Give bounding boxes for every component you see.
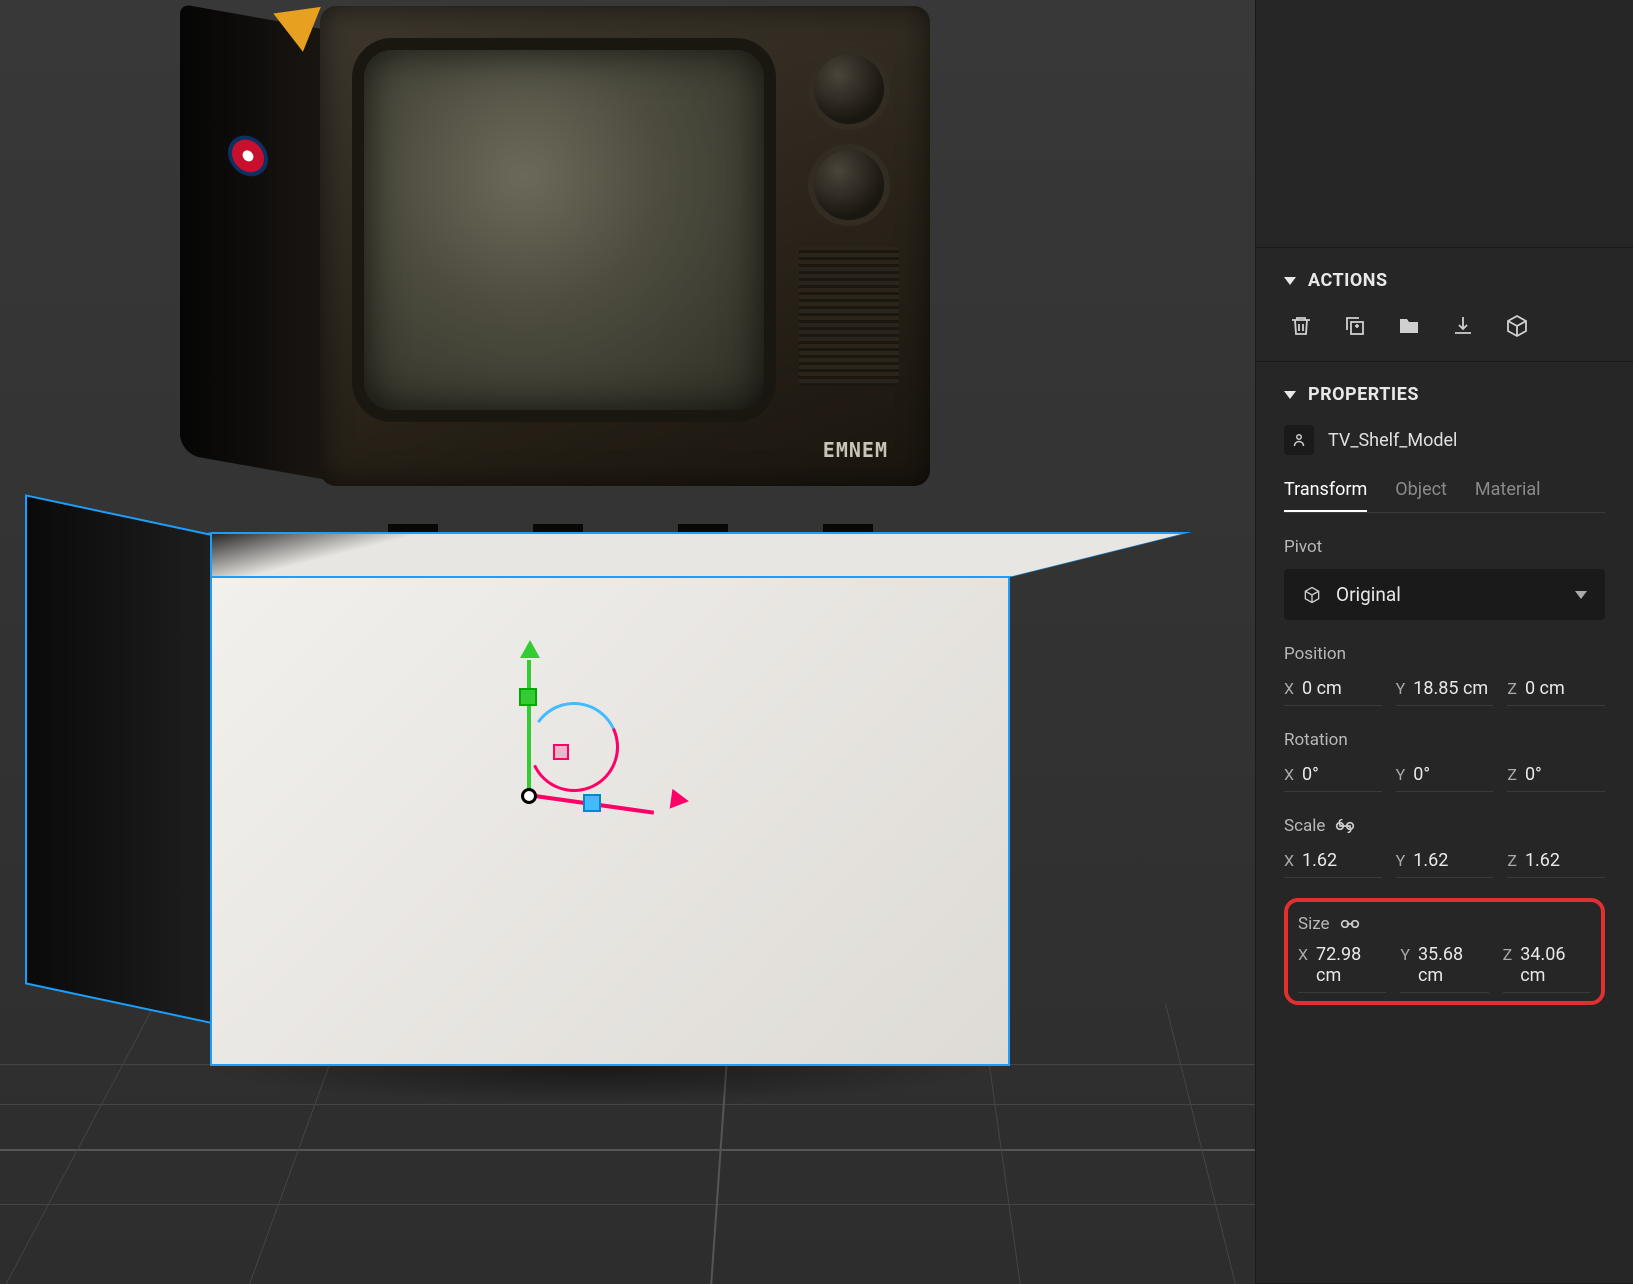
transform-gizmo[interactable] (505, 640, 685, 820)
tv-screen (364, 50, 764, 410)
gizmo-rotation-arc-pink[interactable] (516, 689, 631, 804)
sidebar-top-spacer (1256, 0, 1633, 248)
scale-z-field[interactable]: Z1.62 (1507, 850, 1605, 878)
actions-header[interactable]: ACTIONS (1284, 270, 1605, 291)
position-y-field[interactable]: Y18.85 cm (1396, 678, 1494, 706)
tab-transform[interactable]: Transform (1284, 479, 1367, 512)
actions-section: ACTIONS (1256, 248, 1633, 362)
shelf-side-face (25, 494, 212, 1024)
property-tabs: Transform Object Material (1284, 479, 1605, 513)
actions-title: ACTIONS (1308, 270, 1388, 291)
link-icon[interactable] (1335, 819, 1355, 833)
size-y-field[interactable]: Y35.68 cm (1400, 944, 1488, 993)
cube-outline-icon (1302, 585, 1322, 605)
tab-material[interactable]: Material (1475, 479, 1541, 512)
sticker-triangle-icon (273, 7, 326, 55)
link-icon[interactable] (1340, 917, 1360, 931)
gizmo-origin[interactable] (521, 788, 537, 804)
folder-button[interactable] (1396, 313, 1422, 339)
rotation-label: Rotation (1284, 730, 1605, 750)
gizmo-z-handle[interactable] (583, 794, 601, 812)
pivot-label: Pivot (1284, 537, 1605, 557)
box-button[interactable] (1504, 313, 1530, 339)
duplicate-icon (1343, 314, 1367, 338)
tv-front: EMNEM (320, 6, 930, 486)
scale-label: Scale (1284, 816, 1605, 836)
download-icon (1451, 314, 1475, 338)
pivot-group: Pivot Original (1284, 537, 1605, 620)
chevron-down-icon (1284, 391, 1296, 399)
gizmo-y-handle[interactable] (519, 688, 537, 706)
trash-icon (1289, 314, 1313, 338)
tv-control-panel (794, 54, 904, 424)
object-name-row: TV_Shelf_Model (1284, 425, 1605, 455)
tv-knob-bottom (814, 150, 884, 220)
tv-side (180, 4, 328, 480)
scale-group: Scale X1.62 Y1.62 Z1.62 (1284, 816, 1605, 878)
gizmo-plane-handle[interactable] (553, 744, 569, 760)
rotation-y-field[interactable]: Y0° (1396, 764, 1494, 792)
position-label: Position (1284, 644, 1605, 664)
delete-button[interactable] (1288, 313, 1314, 339)
rotation-x-field[interactable]: X0° (1284, 764, 1382, 792)
object-name-label[interactable]: TV_Shelf_Model (1328, 430, 1457, 451)
duplicate-button[interactable] (1342, 313, 1368, 339)
size-label: Size (1298, 914, 1591, 934)
folder-icon (1397, 314, 1421, 338)
position-x-field[interactable]: X0 cm (1284, 678, 1382, 706)
pivot-value: Original (1336, 583, 1401, 606)
object-type-icon (1284, 425, 1314, 455)
tv-model[interactable]: EMNEM (180, 6, 950, 536)
gizmo-y-arrow-icon[interactable] (520, 640, 540, 658)
position-group: Position X0 cm Y18.85 cm Z0 cm (1284, 644, 1605, 706)
gizmo-x-arrow-icon[interactable] (670, 789, 691, 811)
size-z-field[interactable]: Z34.06 cm (1503, 944, 1591, 993)
scale-x-field[interactable]: X1.62 (1284, 850, 1382, 878)
3d-viewport[interactable]: EMNEM (0, 0, 1255, 1284)
size-group-highlighted: Size X72.98 cm Y35.68 cm Z34.06 cm (1284, 898, 1605, 1005)
size-x-field[interactable]: X72.98 cm (1298, 944, 1386, 993)
pivot-dropdown[interactable]: Original (1284, 569, 1605, 620)
properties-sidebar: ACTIONS PROPERTIES (1255, 0, 1633, 1284)
gizmo-y-axis[interactable] (527, 660, 531, 790)
properties-title: PROPERTIES (1308, 384, 1419, 405)
cube-icon (1505, 314, 1529, 338)
tab-object[interactable]: Object (1395, 479, 1447, 512)
tv-brand-label: EMNEM (823, 438, 888, 462)
rotation-group: Rotation X0° Y0° Z0° (1284, 730, 1605, 792)
rotation-z-field[interactable]: Z0° (1507, 764, 1605, 792)
scale-y-field[interactable]: Y1.62 (1396, 850, 1494, 878)
position-z-field[interactable]: Z0 cm (1507, 678, 1605, 706)
import-button[interactable] (1450, 313, 1476, 339)
tv-knob-top (814, 54, 884, 124)
tv-speaker-grille (799, 246, 899, 386)
mesh-icon (1290, 431, 1308, 449)
properties-header[interactable]: PROPERTIES (1284, 384, 1605, 405)
properties-section: PROPERTIES TV_Shelf_Model Transform Obje… (1256, 362, 1633, 1284)
chevron-down-icon (1284, 277, 1296, 285)
chevron-down-icon (1575, 591, 1587, 599)
sticker-shield-icon (228, 132, 268, 179)
